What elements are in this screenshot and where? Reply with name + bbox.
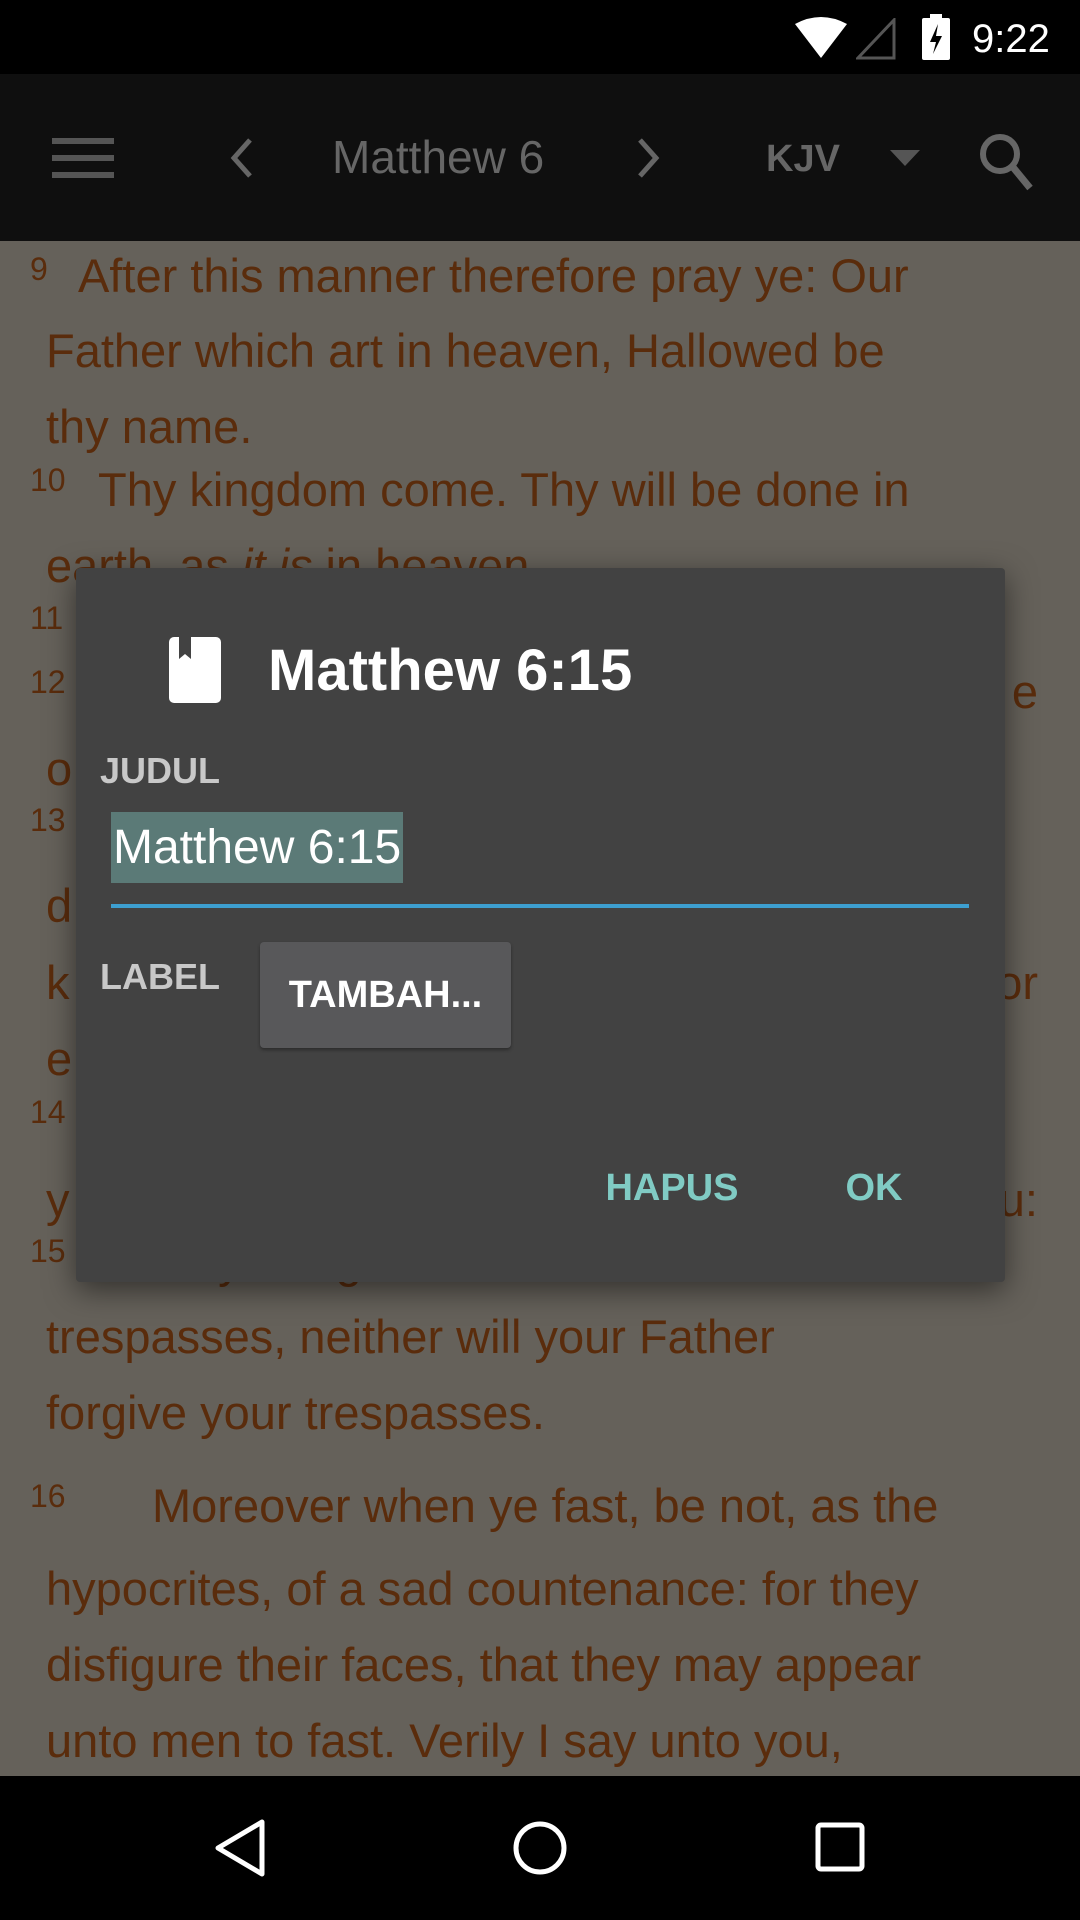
verse-line: After this manner therefore pray ye: Our	[78, 249, 909, 302]
status-bar: 9:22	[0, 0, 1080, 74]
verse-line: unto men to fast. Verily I say unto you,	[46, 1714, 843, 1767]
version-selector[interactable]: KJV	[766, 134, 840, 184]
verse-line: Father which art in heaven, Hallowed be	[46, 324, 885, 377]
verse-fragment: k	[46, 956, 70, 1009]
bookmark-book-icon	[169, 637, 221, 703]
verse-number: 14	[30, 1094, 66, 1130]
verse-number: 15	[30, 1233, 66, 1269]
verse-line: disfigure their faces, that they may app…	[46, 1638, 922, 1691]
dialog-title: Matthew 6:15	[268, 638, 633, 703]
bookmark-dialog: Matthew 6:15 JUDUL Matthew 6:15 LABEL TA…	[76, 568, 1005, 1282]
chevron-left-icon[interactable]	[226, 136, 256, 180]
title-field-label: JUDUL	[100, 750, 221, 791]
verse-number: 13	[30, 802, 66, 838]
home-icon[interactable]	[512, 1820, 568, 1876]
menu-icon[interactable]	[52, 138, 114, 178]
verse-line: trespasses, neither will your Father	[46, 1310, 775, 1363]
verse-line: forgive your trespasses.	[46, 1386, 545, 1439]
title-input[interactable]: Matthew 6:15	[111, 808, 969, 908]
verse-fragment: e	[46, 1032, 73, 1085]
status-time: 9:22	[972, 17, 1050, 61]
ok-button[interactable]: OK	[824, 1160, 924, 1216]
delete-button[interactable]: HAPUS	[590, 1160, 754, 1216]
search-icon[interactable]	[978, 132, 1034, 192]
toolbar: Matthew 6 KJV	[0, 74, 1080, 241]
label-field-label: LABEL	[100, 956, 220, 997]
verse-number: 12	[30, 664, 66, 700]
title-input-value[interactable]: Matthew 6:15	[111, 812, 404, 883]
navigation-bar	[0, 1776, 1080, 1920]
verse-fragment: o	[46, 742, 73, 795]
verse-number: 9	[30, 251, 48, 287]
chapter-title[interactable]: Matthew 6	[332, 129, 544, 185]
signal-icon	[856, 18, 896, 60]
verse-fragment: e	[1011, 665, 1038, 718]
verse-line: Thy kingdom come. Thy will be done in	[98, 463, 910, 516]
verse-number: 16	[30, 1478, 66, 1514]
verse-fragment: d	[46, 879, 73, 932]
battery-charging-icon	[922, 14, 950, 60]
verse-number: 11	[30, 600, 64, 636]
verse-number: 10	[30, 462, 66, 498]
input-underline	[111, 904, 969, 908]
verse-line: hypocrites, of a sad countenance: for th…	[46, 1562, 919, 1615]
add-label-button[interactable]: TAMBAH...	[260, 942, 511, 1048]
back-icon[interactable]	[212, 1818, 268, 1878]
verse-line: Moreover when ye fast, be not, as the	[152, 1479, 939, 1532]
verse-fragment: y	[46, 1173, 70, 1226]
recents-icon[interactable]	[815, 1822, 865, 1872]
dropdown-icon[interactable]	[890, 150, 920, 168]
wifi-icon	[795, 17, 847, 58]
chevron-right-icon[interactable]	[634, 136, 664, 180]
